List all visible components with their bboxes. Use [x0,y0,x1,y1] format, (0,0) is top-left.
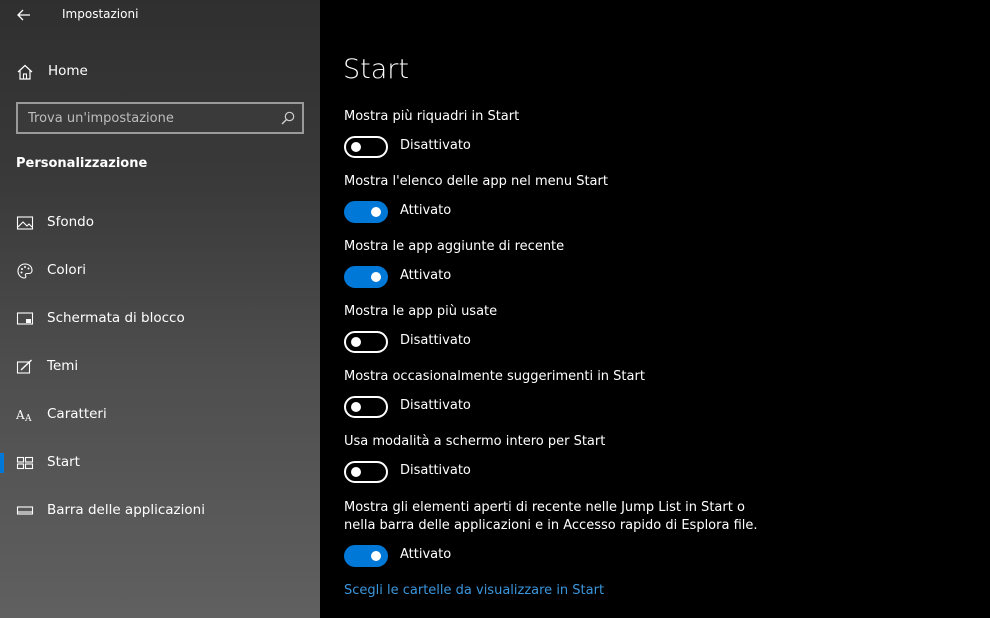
svg-text:A: A [16,408,25,422]
toggle-knob [351,467,361,477]
setting-label: Usa modalità a schermo intero per Start [344,434,606,449]
main-content: Start Mostra più riquadri in Start Disat… [320,0,990,618]
toggle-knob [371,551,381,561]
toggle-state-label: Disattivato [400,463,471,478]
sidebar-item-label: Start [47,454,80,470]
search-icon[interactable] [280,110,296,126]
setting-label: Mostra l'elenco delle app nel menu Start [344,174,608,189]
toggle-switch[interactable] [344,331,388,353]
nav-home-label: Home [48,63,88,79]
sidebar-item-label: Schermata di blocco [47,310,185,326]
lock-screen-icon [16,312,34,325]
setting-schermo-intero: Usa modalità a schermo intero per Start … [344,433,784,483]
window-title: Impostazioni [62,7,139,21]
sidebar-item-temi[interactable]: Temi [0,350,320,384]
toggle-switch[interactable] [344,201,388,223]
sidebar-item-barra-delle-applicazioni[interactable]: Barra delle applicazioni [0,494,320,528]
setting-mostra-elenco-app: Mostra l'elenco delle app nel menu Start… [344,173,784,223]
toggle-knob [351,402,361,412]
title-bar: Impostazioni [0,0,320,30]
toggle-state-label: Disattivato [400,398,471,413]
sidebar: Impostazioni Home Personalizzazione Sfon… [0,0,320,618]
setting-mostra-suggerimenti: Mostra occasionalmente suggerimenti in S… [344,368,784,418]
palette-icon [17,263,33,279]
setting-mostra-app-recenti: Mostra le app aggiunte di recente Attiva… [344,238,784,288]
setting-label: Mostra occasionalmente suggerimenti in S… [344,369,645,384]
start-tiles-icon [16,456,34,470]
toggle-knob [371,272,381,282]
sidebar-item-sfondo[interactable]: Sfondo [0,206,320,240]
sidebar-item-label: Sfondo [47,214,94,230]
sidebar-item-schermata-di-blocco[interactable]: Schermata di blocco [0,302,320,336]
toggle-knob [371,207,381,217]
toggle-state-label: Attivato [400,547,452,562]
toggle-switch[interactable] [344,136,388,158]
setting-mostra-piu-riquadri: Mostra più riquadri in Start Disattivato [344,108,784,158]
font-icon: A A [16,408,32,424]
sidebar-item-label: Colori [47,262,86,278]
setting-mostra-app-piu-usate: Mostra le app più usate Disattivato [344,303,784,353]
toggle-knob [351,337,361,347]
toggle-switch[interactable] [344,396,388,418]
setting-jump-list: Mostra gli elementi aperti di recente ne… [344,499,774,567]
toggle-state-label: Attivato [400,268,452,283]
sidebar-item-label: Caratteri [47,406,107,422]
sidebar-item-label: Temi [47,358,79,374]
nav-home[interactable]: Home [0,55,320,89]
toggle-state-label: Disattivato [400,138,471,153]
setting-label: Mostra le app aggiunte di recente [344,239,565,254]
page-title: Start [343,54,409,85]
search-box[interactable] [16,102,304,134]
toggle-switch[interactable] [344,266,388,288]
picture-icon [16,216,34,230]
toggle-switch[interactable] [344,545,388,567]
back-arrow-icon [17,9,30,21]
toggle-state-label: Attivato [400,203,452,218]
setting-label: Mostra gli elementi aperti di recente ne… [344,500,758,533]
sidebar-item-colori[interactable]: Colori [0,254,320,288]
search-input[interactable] [18,104,278,132]
themes-brush-icon [16,359,32,374]
toggle-state-label: Disattivato [400,333,471,348]
setting-label: Mostra le app più usate [344,304,498,319]
svg-text:A: A [24,414,32,424]
taskbar-icon [16,506,34,515]
toggle-switch[interactable] [344,461,388,483]
sidebar-item-caratteri[interactable]: A A Caratteri [0,398,320,432]
home-icon [17,64,33,80]
toggle-knob [351,142,361,152]
back-button[interactable] [14,5,34,25]
sidebar-item-start[interactable]: Start [0,446,320,480]
section-title: Personalizzazione [16,156,148,171]
choose-folders-link[interactable]: Scegli le cartelle da visualizzare in St… [344,583,604,598]
setting-label: Mostra più riquadri in Start [344,109,520,124]
sidebar-item-label: Barra delle applicazioni [47,502,205,518]
